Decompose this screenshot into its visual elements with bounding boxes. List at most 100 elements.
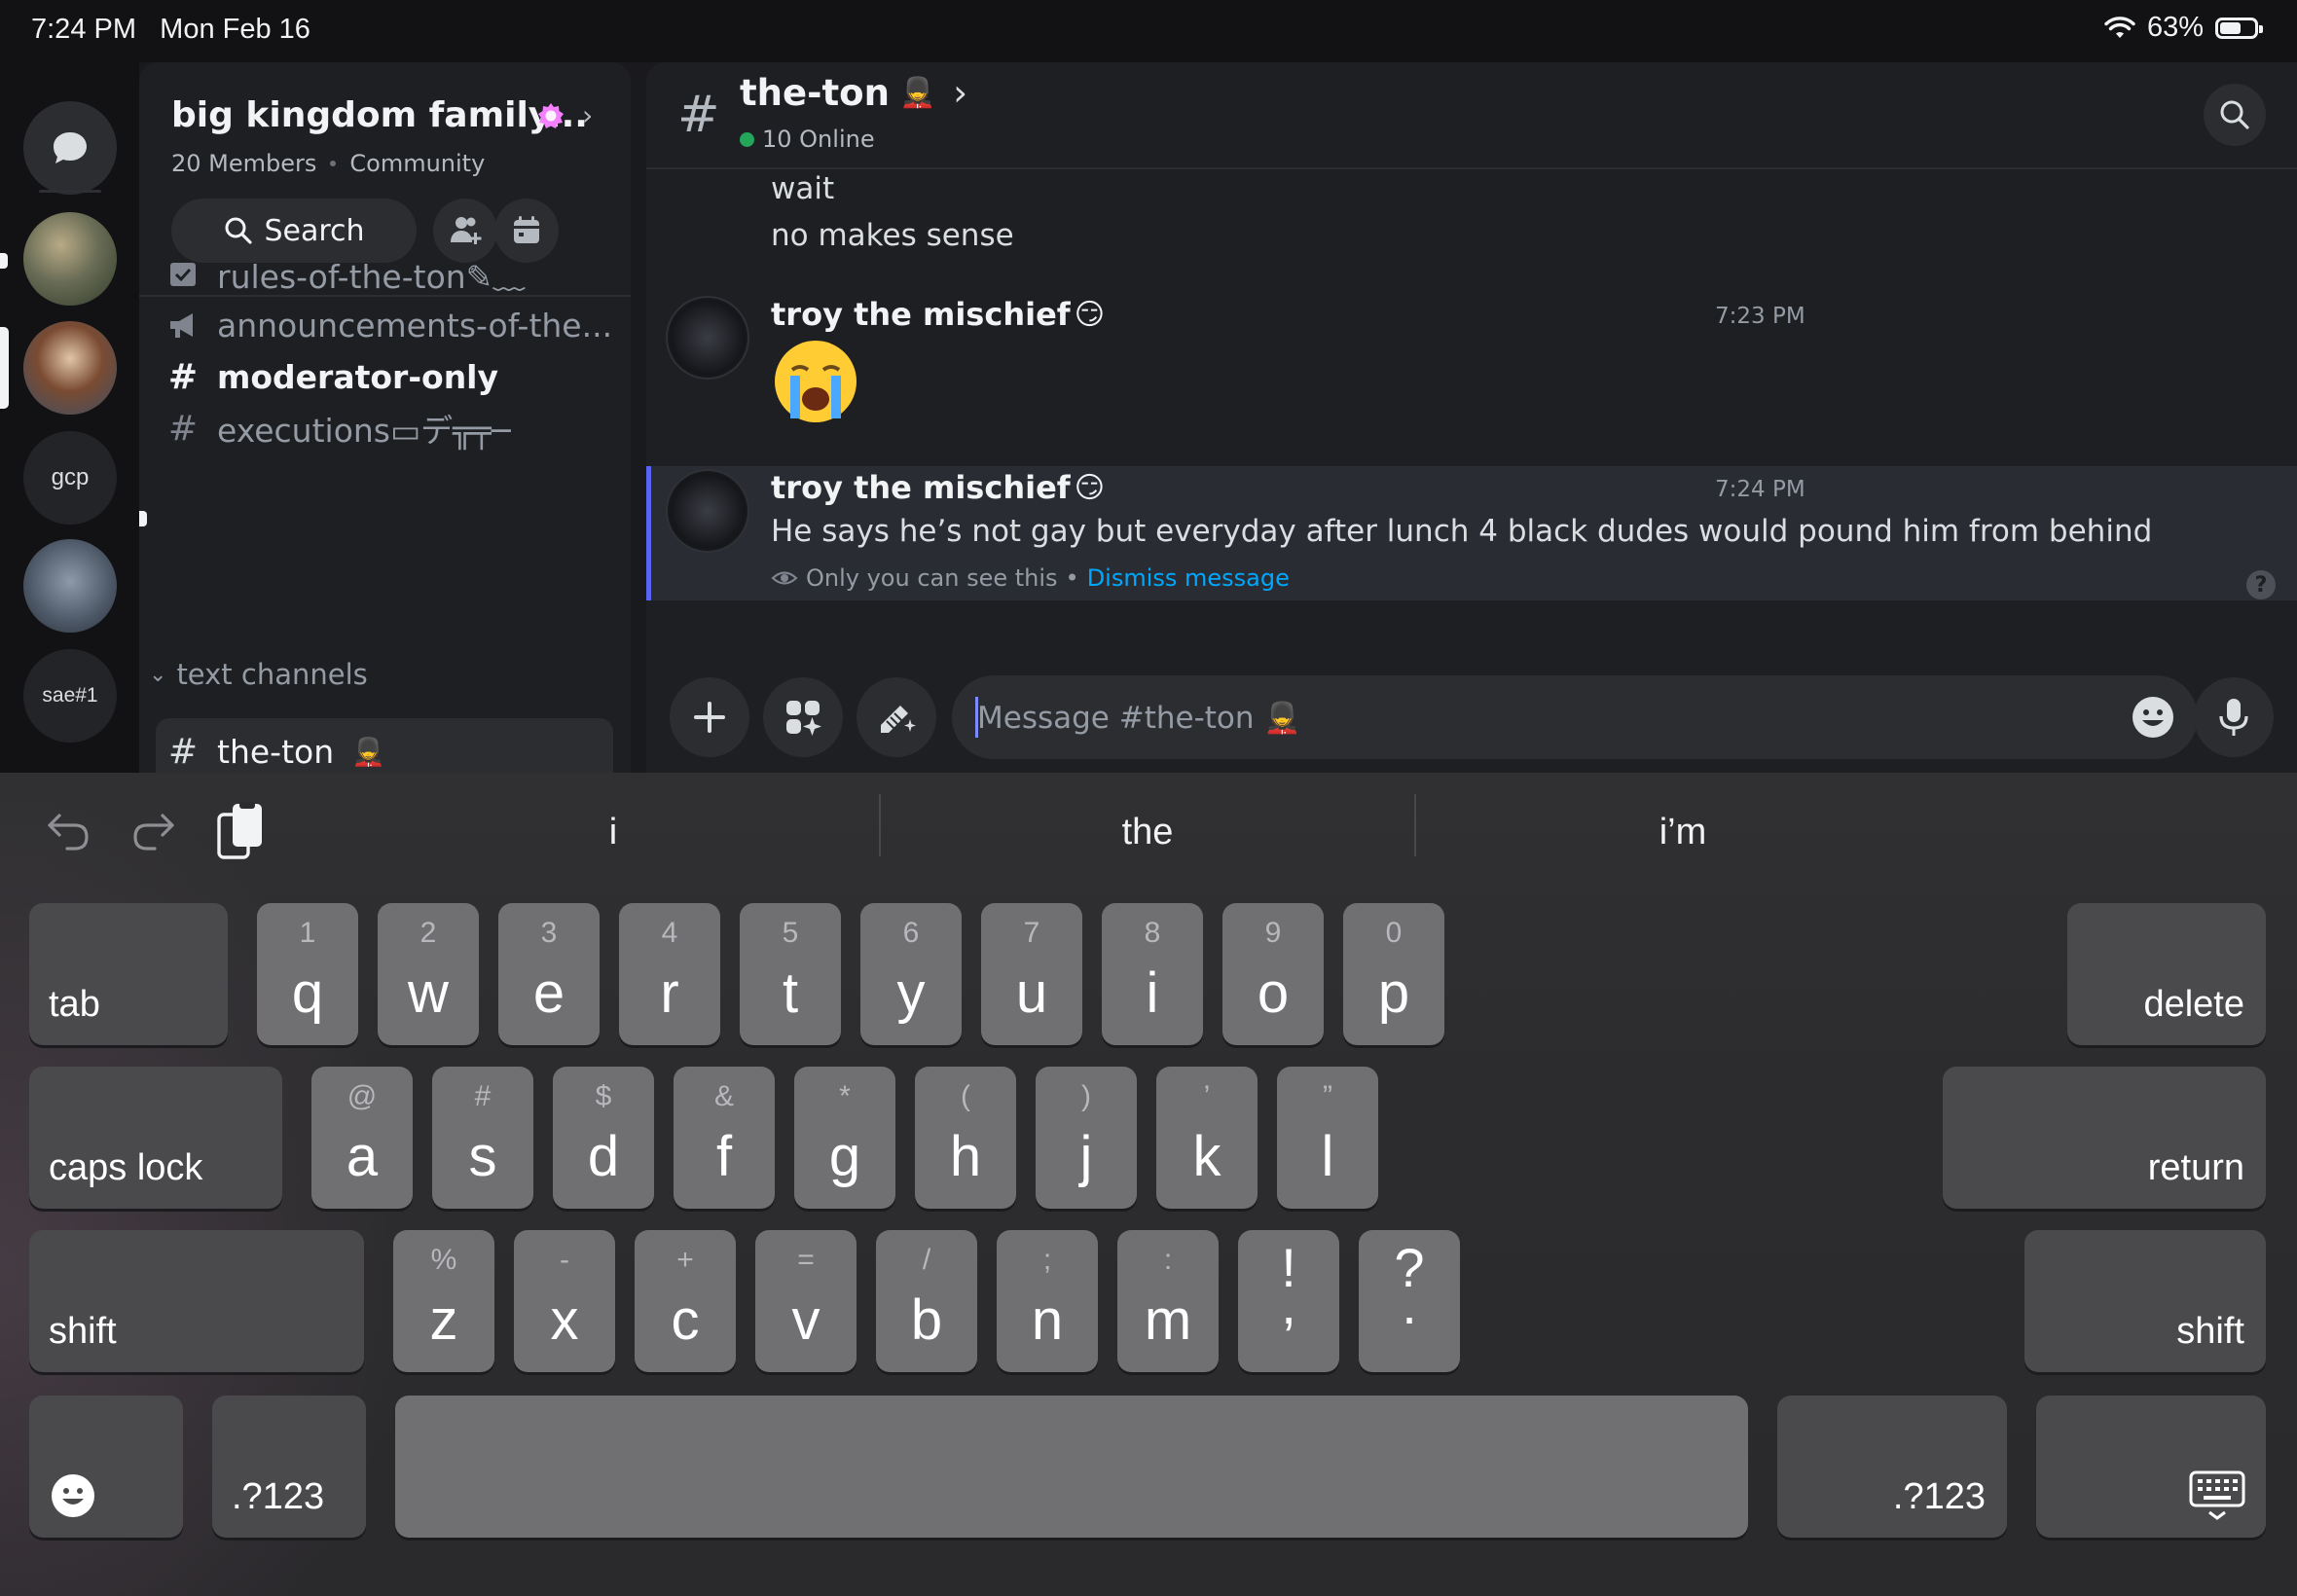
status-time: 7:24 PM Mon Feb 16 (31, 14, 310, 45)
attach-button[interactable] (670, 677, 749, 757)
key-label: y (896, 961, 926, 1025)
battery-icon (2215, 17, 2263, 39)
key-b[interactable]: / b (876, 1230, 977, 1372)
message-text: no makes sense (771, 218, 1014, 253)
key-w[interactable]: 2w (378, 903, 479, 1045)
server-icon-sae[interactable]: sae#1 (23, 649, 117, 743)
avatar[interactable] (666, 469, 749, 553)
clipboard-icon (217, 802, 262, 859)
key-j[interactable]: ) j (1036, 1067, 1137, 1209)
keyboard-dismiss-icon (2189, 1470, 2245, 1520)
apps-button[interactable] (763, 677, 843, 757)
chevron-right-icon: › (953, 72, 968, 114)
space-key[interactable] (395, 1396, 1748, 1538)
key-label: n (1031, 1288, 1064, 1352)
plus-icon (694, 702, 725, 733)
key-label: k (1192, 1125, 1221, 1188)
suggestion-1[interactable]: i (346, 798, 880, 866)
suggestion-2[interactable]: the (881, 798, 1414, 866)
guild-name[interactable]: big kingdom family... (171, 95, 588, 135)
category-label: text channels (176, 658, 368, 691)
key-o[interactable]: 9o (1222, 903, 1324, 1045)
key-k[interactable]: ’ k (1156, 1067, 1258, 1209)
key-label: a (346, 1125, 379, 1188)
server-icon-big-kingdom[interactable] (23, 321, 117, 415)
key-i[interactable]: 8i (1102, 903, 1203, 1045)
message-input[interactable] (975, 675, 2089, 761)
key-s[interactable]: # s (432, 1067, 533, 1209)
category-text-channels[interactable]: ⌄ text channels (149, 658, 368, 691)
key-question-period[interactable]: ?. (1359, 1230, 1460, 1372)
sparkle-pen-icon (881, 706, 916, 733)
suggestion-3[interactable]: i’m (1416, 798, 1950, 866)
channel-title[interactable]: the-ton 💂 › (740, 72, 967, 114)
rail-divider (39, 190, 101, 193)
shift-left-key[interactable]: shift (29, 1230, 364, 1372)
key-n[interactable]: ; n (997, 1230, 1098, 1372)
key-f[interactable]: & f (674, 1067, 775, 1209)
numbers-left-key[interactable]: .?123 (212, 1396, 366, 1538)
channel-emoji: 💂 (351, 735, 385, 768)
key-r[interactable]: 4r (619, 903, 720, 1045)
tab-key[interactable]: tab (29, 903, 228, 1045)
chevron-right-icon[interactable]: › (582, 99, 593, 131)
message-input-container[interactable] (952, 675, 2198, 761)
gift-activity-button[interactable] (857, 677, 936, 757)
avatar[interactable] (666, 296, 749, 380)
emoji-picker-icon[interactable] (2130, 694, 2176, 741)
key-t[interactable]: 5t (740, 903, 841, 1045)
key-alt-label: - (560, 1244, 569, 1276)
key-a[interactable]: @ a (311, 1067, 413, 1209)
shift-right-key[interactable]: shift (2024, 1230, 2266, 1372)
redo-button[interactable] (125, 802, 183, 860)
message-author[interactable]: troy the mischief 😏 (771, 296, 1105, 333)
key-alt-label: / (922, 1244, 931, 1276)
key-x[interactable]: -x (514, 1230, 615, 1372)
key-alt-label: 5 (782, 917, 799, 949)
server-icon-gcp[interactable]: gcp (23, 431, 117, 525)
delete-key[interactable]: delete (2067, 903, 2266, 1045)
key-d[interactable]: $ d (553, 1067, 654, 1209)
key-label: o (1257, 961, 1290, 1025)
help-icon[interactable]: ? (2246, 570, 2276, 599)
key-l[interactable]: ” l (1277, 1067, 1378, 1209)
key-y[interactable]: 6y (860, 903, 962, 1045)
online-count: 10 Online (740, 126, 875, 153)
key-z[interactable]: % z (393, 1230, 494, 1372)
server-icon-3[interactable] (23, 539, 117, 633)
chat-header: # the-ton 💂 › 10 Online (646, 62, 2297, 169)
key-g[interactable]: * g (794, 1067, 895, 1209)
chat-search-button[interactable] (2204, 84, 2266, 146)
guild-type: Community (349, 150, 486, 177)
key-u[interactable]: 7u (981, 903, 1082, 1045)
message-author[interactable]: troy the mischief 😏 (771, 469, 1105, 506)
caps-lock-key[interactable]: caps lock (29, 1067, 282, 1209)
key-label: tab (49, 984, 100, 1025)
channel-item-the-ton[interactable]: # the-ton 💂 (156, 718, 613, 773)
key-h[interactable]: (h (915, 1067, 1016, 1209)
return-key[interactable]: return (1943, 1067, 2266, 1209)
key-exclamation-comma[interactable]: !, (1238, 1230, 1339, 1372)
direct-messages-button[interactable] (23, 101, 117, 195)
emoji-keyboard-key[interactable] (29, 1396, 183, 1538)
redo-icon (133, 814, 174, 851)
paste-button[interactable] (212, 802, 271, 860)
numbers-right-key[interactable]: .?123 (1777, 1396, 2007, 1538)
key-p[interactable]: 0p (1343, 903, 1444, 1045)
key-m[interactable]: :m (1117, 1230, 1219, 1372)
key-alt-label: & (713, 1080, 734, 1112)
key-e[interactable]: 3e (498, 903, 600, 1045)
dismiss-keyboard-key[interactable] (2036, 1396, 2266, 1538)
key-alt-label: * (839, 1080, 851, 1112)
voice-message-button[interactable] (2194, 677, 2274, 757)
undo-button[interactable] (39, 802, 97, 860)
server-icon-1[interactable] (23, 212, 117, 306)
key-q[interactable]: 1q (257, 903, 358, 1045)
key-alt-label: = (797, 1244, 815, 1276)
dismiss-message-link[interactable]: Dismiss message (1087, 564, 1290, 592)
channel-label: rules-of-the-ton✎﹏ (217, 258, 526, 296)
channel-item-executions[interactable]: # executions▭デ╦╤─ (166, 395, 619, 461)
key-c[interactable]: + c (635, 1230, 736, 1372)
key-alt-label: @ (346, 1080, 378, 1112)
key-v[interactable]: = v (755, 1230, 857, 1372)
